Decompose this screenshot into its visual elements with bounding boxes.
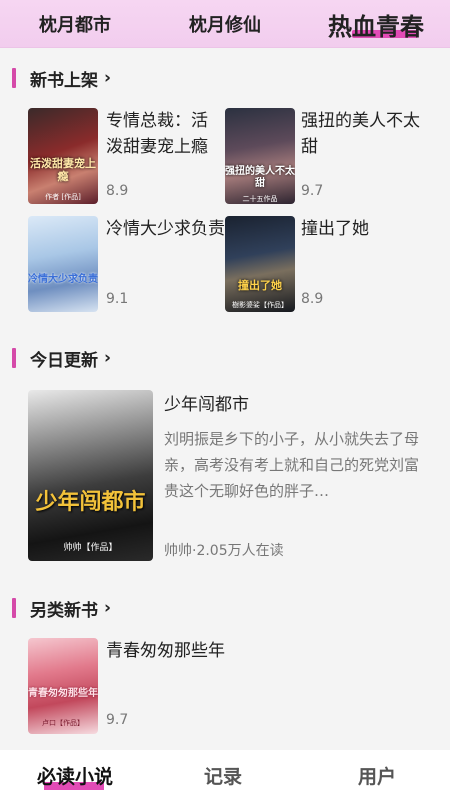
cover-author: 卢口【作品】 [42, 719, 84, 727]
book-cover[interactable]: 冷情大少求负责 [28, 216, 98, 312]
nav-history[interactable]: 记录 [188, 750, 258, 800]
tab-cultivation-label: 枕月修仙 [189, 15, 261, 36]
section-title: 今日更新 [30, 350, 98, 371]
book-score: 8.9 [301, 291, 324, 307]
cover-title: 冷情大少求负责 [28, 274, 98, 285]
chevron-right-icon: › [104, 598, 112, 618]
book-score: 8.9 [106, 183, 129, 199]
book-cover[interactable]: 强扭的美人不太甜 二十五作品 [225, 108, 295, 204]
book-title[interactable]: 冷情大少求负责 [106, 216, 230, 242]
tab-cultivation[interactable]: 枕月修仙 [170, 0, 280, 48]
tab-youth-label: 热血青春 [328, 12, 424, 41]
cover-author: 帅帅【作品】 [63, 543, 118, 553]
nav-user-label: 用户 [357, 765, 396, 788]
book-cover[interactable]: 撞出了她 樹影婆娑【作品】 [225, 216, 295, 312]
nav-user[interactable]: 用户 [342, 750, 412, 800]
tab-youth[interactable]: 热血青春 [312, 0, 440, 48]
tab-city-label: 枕月都市 [39, 15, 111, 36]
book-score: 9.7 [301, 183, 324, 199]
cover-title: 撞出了她 [238, 279, 282, 292]
book-title[interactable]: 青春匆匆那些年 [106, 638, 226, 664]
book-cover[interactable]: 青春匆匆那些年 卢口【作品】 [28, 638, 98, 734]
featured-book-title[interactable]: 少年闯都市 [164, 390, 249, 415]
cover-author: 樹影婆娑【作品】 [232, 301, 288, 309]
cover-title: 活泼甜妻宠上瘾 [28, 157, 98, 183]
nav-must-read-label: 必读小说 [36, 765, 113, 788]
cover-title-text: 活泼甜妻宠上瘾 [30, 157, 96, 183]
book-score: 9.7 [106, 712, 129, 728]
tab-city[interactable]: 枕月都市 [22, 0, 128, 48]
featured-book-cover[interactable]: 少年闯都市 帅帅【作品】 [28, 390, 153, 561]
bottom-nav-bar: 必读小说 记录 用户 [0, 750, 450, 800]
book-title[interactable]: 强扭的美人不太甜 [301, 108, 421, 160]
top-tab-bar: 枕月都市 枕月修仙 热血青春 [0, 0, 450, 48]
nav-must-read[interactable]: 必读小说 [28, 750, 122, 800]
section-other-header[interactable]: 另类新书 › [12, 596, 112, 621]
book-cover[interactable]: 活泼甜妻宠上瘾 作者 [作品] [28, 108, 98, 204]
section-title: 新书上架 [30, 70, 98, 91]
book-title[interactable]: 专情总裁：活泼甜妻宠上瘾 [106, 108, 222, 160]
book-score: 9.1 [106, 291, 129, 307]
chevron-right-icon: › [104, 348, 112, 368]
nav-history-label: 记录 [203, 765, 242, 788]
section-title: 另类新书 [30, 600, 98, 621]
section-marker [12, 598, 16, 618]
featured-book-meta: 帅帅·2.05万人在读 [164, 543, 284, 559]
section-marker [12, 68, 16, 88]
featured-book-description: 刘明振是乡下的小子，从小就失去了母亲，高考没有考上就和自己的死党刘富贵这个无聊好… [164, 430, 420, 500]
chevron-right-icon: › [104, 68, 112, 88]
cover-title: 青春匆匆那些年 [28, 688, 98, 699]
cover-author: 作者 [作品] [45, 193, 81, 201]
cover-title: 强扭的美人不太甜 [225, 166, 295, 189]
section-new-books-header[interactable]: 新书上架 › [12, 66, 112, 91]
book-title[interactable]: 撞出了她 [301, 216, 421, 242]
cover-author: 二十五作品 [242, 195, 278, 203]
section-marker [12, 348, 16, 368]
section-today-header[interactable]: 今日更新 › [12, 346, 112, 371]
cover-title: 少年闯都市 [35, 490, 146, 515]
